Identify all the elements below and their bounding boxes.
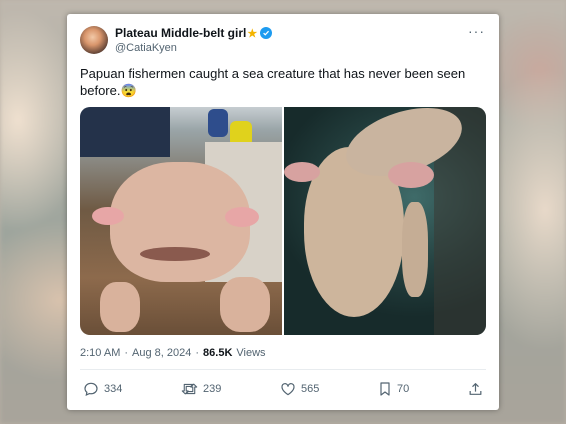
creature-gill-left bbox=[92, 207, 124, 225]
tweet-time[interactable]: 2:10 AM bbox=[80, 347, 120, 359]
heart-icon bbox=[280, 381, 296, 397]
verified-badge-icon bbox=[260, 27, 273, 39]
divider bbox=[80, 369, 486, 370]
share-icon bbox=[468, 381, 483, 397]
tweet-media[interactable] bbox=[80, 107, 486, 335]
retweet-icon bbox=[181, 381, 198, 397]
star-emoji: ★ bbox=[247, 27, 258, 40]
tweet-date[interactable]: Aug 8, 2024 bbox=[132, 347, 191, 359]
creature-arm-right bbox=[402, 202, 428, 297]
author-name-row[interactable]: Plateau Middle-belt girl ★ bbox=[115, 26, 273, 40]
author-display-name[interactable]: Plateau Middle-belt girl bbox=[115, 26, 246, 40]
reply-icon bbox=[83, 381, 99, 397]
creature-mouth bbox=[140, 247, 210, 261]
meta-separator: · bbox=[195, 347, 200, 359]
like-count: 565 bbox=[301, 383, 320, 395]
fearful-face-emoji: 😨 bbox=[120, 83, 137, 98]
bookmark-count: 70 bbox=[397, 383, 410, 395]
tweet-text: Papuan fishermen caught a sea creature t… bbox=[80, 65, 480, 99]
reply-button[interactable]: 334 bbox=[83, 381, 122, 397]
avatar[interactable] bbox=[80, 26, 108, 54]
tweet-body: Papuan fishermen caught a sea creature t… bbox=[80, 66, 466, 98]
fisherman-shirt bbox=[80, 107, 170, 157]
tweet-meta: 2:10 AM · Aug 8, 2024 · 86.5K Views bbox=[80, 347, 266, 359]
creature-gill-left bbox=[284, 162, 320, 182]
reply-count: 334 bbox=[104, 383, 123, 395]
creature-leg-right bbox=[220, 277, 270, 332]
meta-separator: · bbox=[124, 347, 129, 359]
share-button[interactable] bbox=[468, 381, 483, 397]
creature-gill-right bbox=[388, 162, 434, 188]
author-handle[interactable]: @CatiaKyen bbox=[115, 42, 177, 54]
photo-underwater-axolotl[interactable] bbox=[284, 107, 486, 335]
action-bar: 334 239 565 70 bbox=[83, 379, 483, 399]
bookmark-icon bbox=[378, 381, 392, 397]
views-count: 86.5K bbox=[203, 347, 233, 359]
like-button[interactable]: 565 bbox=[280, 381, 319, 397]
views-label: Views bbox=[236, 347, 266, 359]
bookmark-button[interactable]: 70 bbox=[378, 381, 409, 397]
creature-gill-right bbox=[225, 207, 259, 227]
creature-leg-left bbox=[100, 282, 140, 332]
fisherman-figure bbox=[208, 109, 228, 137]
photo-fishermen-axolotl[interactable] bbox=[80, 107, 282, 335]
tweet-card: Plateau Middle-belt girl ★ @CatiaKyen ··… bbox=[67, 14, 499, 410]
retweet-button[interactable]: 239 bbox=[181, 381, 221, 397]
more-options-icon[interactable]: ··· bbox=[468, 23, 485, 39]
retweet-count: 239 bbox=[203, 383, 222, 395]
